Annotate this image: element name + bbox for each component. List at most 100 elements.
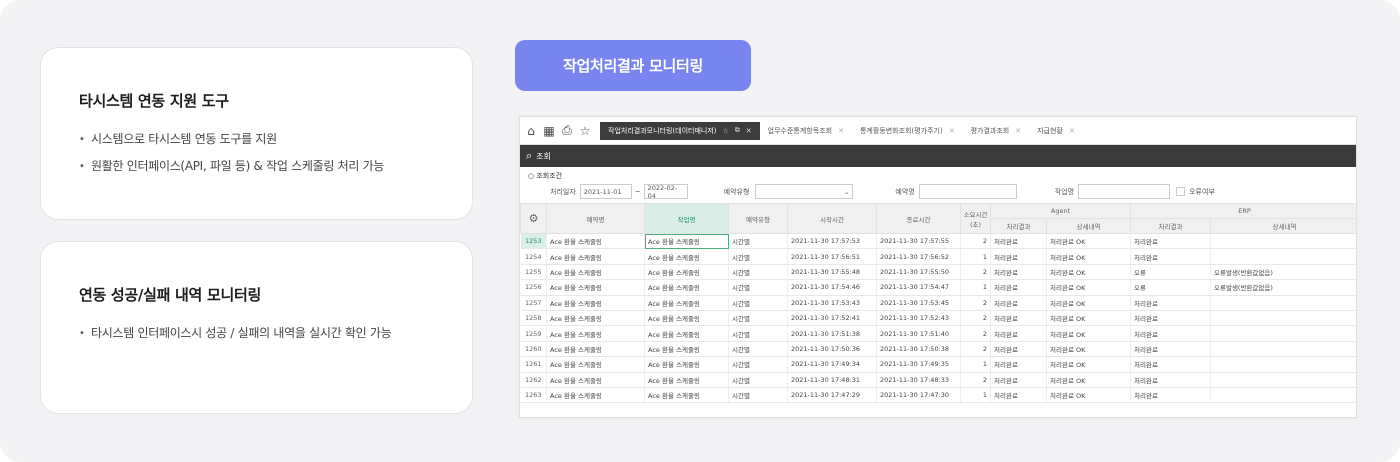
- cell-duration[interactable]: 2: [960, 233, 991, 250]
- tab-payment[interactable]: 지급현황 ✕: [1029, 122, 1083, 140]
- cell-reservation-type[interactable]: 시간별: [728, 295, 788, 311]
- cell-end-time[interactable]: 2021-11-30 17:53:45: [876, 295, 961, 311]
- close-icon[interactable]: ✕: [949, 127, 955, 135]
- search-icon[interactable]: ⌕: [526, 149, 532, 163]
- table-row[interactable]: 1253 Ace 환율 스케줄링 Ace 환율 스케줄링 시간별 2021-11-30 …: [520, 233, 1356, 250]
- column-header[interactable]: 소요시간(초): [960, 203, 991, 234]
- row-number[interactable]: 1260: [520, 341, 547, 358]
- job-input[interactable]: [1078, 184, 1171, 199]
- cell-job-name[interactable]: Ace 환율 스케줄링: [644, 387, 729, 404]
- cell-erp-detail[interactable]: [1210, 233, 1356, 250]
- tab-job-monitoring[interactable]: 작업처리결과모니터링(데이터매니저) ☆ ⧉ ✕: [600, 121, 760, 140]
- cell-erp-result[interactable]: 오류: [1130, 279, 1211, 296]
- cell-end-time[interactable]: 2021-11-30 17:48:33: [876, 372, 961, 388]
- cell-erp-detail[interactable]: [1210, 248, 1356, 265]
- row-number[interactable]: 1261: [520, 356, 547, 373]
- column-header[interactable]: 상세내역: [1209, 218, 1356, 234]
- calendar-icon[interactable]: ▦: [542, 124, 556, 138]
- cell-end-time[interactable]: 2021-11-30 17:57:55: [876, 233, 961, 250]
- cell-duration[interactable]: 2: [960, 325, 991, 342]
- cell-start-time[interactable]: 2021-11-30 17:51:38: [787, 325, 877, 342]
- cell-job-name[interactable]: Ace 환율 스케줄링: [644, 233, 729, 250]
- row-number[interactable]: 1255: [520, 264, 547, 281]
- cell-reservation-name[interactable]: Ace 환율 스케줄링: [546, 372, 645, 388]
- cell-duration[interactable]: 1: [960, 387, 991, 404]
- cell-duration[interactable]: 2: [960, 264, 991, 281]
- search-bar[interactable]: ⌕ 조회: [520, 145, 1356, 167]
- home-icon[interactable]: ⌂: [524, 124, 538, 138]
- cell-duration[interactable]: 2: [960, 310, 991, 327]
- cell-agent-detail[interactable]: 처리완료 OK: [1046, 233, 1131, 250]
- cell-duration[interactable]: 2: [960, 372, 991, 388]
- cell-erp-result[interactable]: 처리완료: [1130, 356, 1211, 373]
- cell-agent-detail[interactable]: 처리완료 OK: [1046, 387, 1131, 404]
- cell-reservation-name[interactable]: Ace 환율 스케줄링: [546, 325, 645, 342]
- cell-start-time[interactable]: 2021-11-30 17:57:53: [787, 233, 877, 250]
- tab-evaluation[interactable]: 평가결과조회 ✕: [963, 122, 1030, 140]
- cell-reservation-type[interactable]: 시간별: [728, 233, 788, 250]
- name-input[interactable]: [918, 184, 1017, 199]
- tab-business-stats[interactable]: 업무수준통계항목조회 ✕: [760, 122, 852, 140]
- cell-reservation-type[interactable]: 시간별: [728, 341, 788, 358]
- popout-icon[interactable]: ⧉: [735, 126, 740, 135]
- row-number[interactable]: 1256: [520, 279, 547, 296]
- row-number[interactable]: 1254: [520, 248, 547, 265]
- cell-agent-detail[interactable]: 처리완료 OK: [1046, 325, 1131, 342]
- cell-duration[interactable]: 2: [960, 341, 991, 358]
- cell-erp-result[interactable]: 처리완료: [1130, 387, 1211, 404]
- cell-start-time[interactable]: 2021-11-30 17:53:43: [787, 295, 877, 311]
- cell-job-name[interactable]: Ace 환율 스케줄링: [644, 310, 729, 327]
- cell-agent-result[interactable]: 처리완료: [990, 387, 1047, 404]
- cell-end-time[interactable]: 2021-11-30 17:50:38: [876, 341, 961, 358]
- table-row[interactable]: 1263 Ace 환율 스케줄링 Ace 환율 스케줄링 시간별 2021-11-30 …: [520, 387, 1356, 404]
- cell-erp-result[interactable]: 처리완료: [1130, 248, 1211, 265]
- cell-reservation-type[interactable]: 시간별: [728, 310, 788, 327]
- close-icon[interactable]: ✕: [1069, 127, 1075, 135]
- cell-start-time[interactable]: 2021-11-30 17:49:34: [787, 356, 877, 373]
- cell-reservation-name[interactable]: Ace 환율 스케줄링: [546, 279, 645, 296]
- cell-reservation-type[interactable]: 시간별: [728, 325, 788, 342]
- cell-erp-result[interactable]: 처리완료: [1130, 341, 1211, 358]
- error-checkbox[interactable]: [1176, 187, 1186, 196]
- table-row[interactable]: 1259 Ace 환율 스케줄링 Ace 환율 스케줄링 시간별 2021-11-30 …: [520, 325, 1356, 342]
- row-number[interactable]: 1258: [520, 310, 547, 327]
- cell-reservation-type[interactable]: 시간별: [728, 279, 788, 296]
- search-label[interactable]: 조회: [536, 151, 551, 162]
- column-header[interactable]: 종료시간: [876, 203, 961, 234]
- cell-end-time[interactable]: 2021-11-30 17:51:40: [876, 325, 961, 342]
- cell-start-time[interactable]: 2021-11-30 17:48:31: [787, 372, 877, 388]
- cell-agent-result[interactable]: 처리완료: [990, 295, 1047, 311]
- grid-settings-button[interactable]: ⚙: [520, 203, 547, 234]
- cell-reservation-type[interactable]: 시간별: [728, 387, 788, 404]
- cell-end-time[interactable]: 2021-11-30 17:55:50: [876, 264, 961, 281]
- cell-agent-detail[interactable]: 처리완료 OK: [1046, 264, 1131, 281]
- cell-agent-detail[interactable]: 처리완료 OK: [1046, 295, 1131, 311]
- gear-icon[interactable]: ⚙: [529, 212, 539, 225]
- cell-agent-result[interactable]: 처리완료: [990, 233, 1047, 250]
- tab-activity-change[interactable]: 통계활동변화조회(평가주기) ✕: [852, 122, 963, 140]
- cell-job-name[interactable]: Ace 환율 스케줄링: [644, 295, 729, 311]
- cell-agent-result[interactable]: 처리완료: [990, 264, 1047, 281]
- row-number[interactable]: 1263: [520, 387, 547, 404]
- cell-reservation-type[interactable]: 시간별: [728, 264, 788, 281]
- cell-reservation-type[interactable]: 시간별: [728, 248, 788, 265]
- cell-erp-result[interactable]: 처리완료: [1130, 372, 1211, 388]
- cell-erp-detail[interactable]: [1210, 325, 1356, 342]
- cell-end-time[interactable]: 2021-11-30 17:56:52: [876, 248, 961, 265]
- cell-agent-detail[interactable]: 처리완료 OK: [1046, 356, 1131, 373]
- cell-duration[interactable]: 1: [960, 356, 991, 373]
- column-header[interactable]: 작업명: [644, 203, 729, 234]
- column-header[interactable]: 시작시간: [787, 203, 877, 234]
- table-row[interactable]: 1255 Ace 환율 스케줄링 Ace 환율 스케줄링 시간별 2021-11-30 …: [520, 264, 1356, 281]
- cell-erp-detail[interactable]: [1210, 295, 1356, 311]
- cell-end-time[interactable]: 2021-11-30 17:54:47: [876, 279, 961, 296]
- cell-agent-detail[interactable]: 처리완료 OK: [1046, 310, 1131, 327]
- close-icon[interactable]: ✕: [1015, 127, 1021, 135]
- cell-agent-result[interactable]: 처리완료: [990, 356, 1047, 373]
- cell-erp-detail[interactable]: [1210, 356, 1356, 373]
- close-icon[interactable]: ✕: [838, 127, 844, 135]
- cell-reservation-name[interactable]: Ace 환율 스케줄링: [546, 233, 645, 250]
- cell-agent-result[interactable]: 처리완료: [990, 372, 1047, 388]
- cell-agent-result[interactable]: 처리완료: [990, 341, 1047, 358]
- cell-agent-detail[interactable]: 처리완료 OK: [1046, 279, 1131, 296]
